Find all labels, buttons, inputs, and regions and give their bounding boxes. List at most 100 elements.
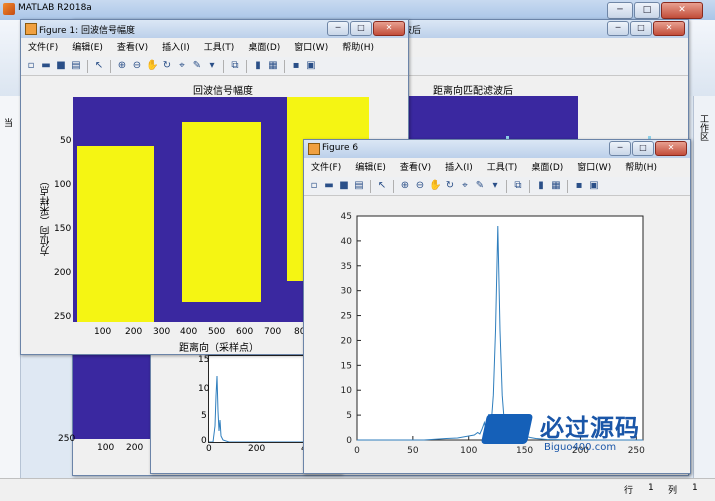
- menu-insert[interactable]: 插入(I): [438, 160, 480, 176]
- legend-icon[interactable]: ▦: [267, 60, 279, 72]
- menu-file[interactable]: 文件(F): [304, 160, 348, 176]
- watermark-site: Biguo400.com: [544, 442, 617, 453]
- figure-mid-ytick: 10: [198, 384, 210, 394]
- rotate-icon[interactable]: ↻: [161, 60, 173, 72]
- show-plot-tools-icon[interactable]: ▣: [588, 180, 600, 192]
- menu-desktop[interactable]: 桌面(D): [241, 40, 287, 56]
- figure6-ytick-label: 35: [341, 262, 352, 272]
- link-icon[interactable]: ⧉: [229, 60, 241, 72]
- dropdown-icon[interactable]: ▾: [489, 180, 501, 192]
- figure6-ytick-label: 0: [346, 436, 352, 446]
- figure-back-close-button[interactable]: ✕: [653, 21, 685, 36]
- figure-icon: [308, 143, 320, 155]
- new-figure-icon[interactable]: ▫: [25, 60, 37, 72]
- status-col-label: 列: [668, 486, 678, 496]
- figure1-ytick: 250: [54, 312, 72, 322]
- brush-icon[interactable]: ✎: [191, 60, 203, 72]
- zoom-out-icon[interactable]: ⊖: [414, 180, 426, 192]
- figure6-minimize-button[interactable]: ─: [609, 141, 631, 156]
- open-icon[interactable]: ▬: [40, 60, 52, 72]
- figure1-minimize-button[interactable]: ─: [327, 21, 349, 36]
- menu-window[interactable]: 窗口(W): [287, 40, 335, 56]
- figure6-ytick-label: 10: [341, 386, 353, 396]
- figure6-title-bar[interactable]: Figure 6 ─ □ ✕: [304, 140, 690, 158]
- main-maximize-button[interactable]: □: [634, 2, 660, 19]
- figure1-xtick: 300: [153, 327, 171, 337]
- pan-icon[interactable]: ✋: [429, 180, 441, 192]
- figure-back-xtick: 200: [126, 443, 144, 453]
- dropdown-icon[interactable]: ▾: [206, 60, 218, 72]
- menu-edit[interactable]: 编辑(E): [348, 160, 393, 176]
- figure-mid-xtick: 200: [248, 444, 266, 454]
- data-cursor-icon[interactable]: ⌖: [459, 180, 471, 192]
- figure-back-minimize-button[interactable]: ─: [607, 21, 629, 36]
- main-window-title: MATLAB R2018a: [18, 3, 92, 13]
- figure1-target-block: [77, 146, 154, 322]
- data-cursor-icon[interactable]: ⌖: [176, 60, 188, 72]
- save-icon[interactable]: ■: [338, 180, 350, 192]
- menu-view[interactable]: 查看(V): [110, 40, 155, 56]
- brush-icon[interactable]: ✎: [474, 180, 486, 192]
- show-plot-tools-icon[interactable]: ▣: [305, 60, 317, 72]
- status-row-label: 行: [624, 486, 634, 496]
- main-close-button[interactable]: ✕: [661, 2, 703, 19]
- hide-plot-tools-icon[interactable]: ▪: [573, 180, 585, 192]
- print-icon[interactable]: ▤: [353, 180, 365, 192]
- figure1-xtick: 500: [208, 327, 226, 337]
- open-icon[interactable]: ▬: [323, 180, 335, 192]
- figure-mid-xtick: 0: [206, 444, 212, 454]
- figure1-title: Figure 1: 回波信号幅度: [39, 26, 135, 36]
- figure6-ytick-label: 25: [341, 312, 352, 322]
- pointer-icon[interactable]: ↖: [376, 180, 388, 192]
- save-icon[interactable]: ■: [55, 60, 67, 72]
- figure1-title-bar[interactable]: Figure 1: 回波信号幅度 ─ □ ✕: [21, 20, 408, 38]
- figure1-maximize-button[interactable]: □: [350, 21, 372, 36]
- hide-plot-tools-icon[interactable]: ▪: [290, 60, 302, 72]
- current-folder-label: 当: [4, 119, 14, 129]
- menu-insert[interactable]: 插入(I): [155, 40, 197, 56]
- rotate-icon[interactable]: ↻: [444, 180, 456, 192]
- menu-window[interactable]: 窗口(W): [570, 160, 618, 176]
- figure-icon: [25, 23, 37, 35]
- workspace-label: 工作区: [698, 114, 708, 141]
- menu-help[interactable]: 帮助(H): [618, 160, 664, 176]
- main-minimize-button[interactable]: ─: [607, 2, 633, 19]
- menu-edit[interactable]: 编辑(E): [65, 40, 110, 56]
- zoom-out-icon[interactable]: ⊖: [131, 60, 143, 72]
- figure6-ytick-label: 40: [341, 237, 353, 247]
- status-row-value: 1: [648, 483, 654, 493]
- figure-mid-ytick: 5: [201, 411, 207, 421]
- zoom-in-icon[interactable]: ⊕: [399, 180, 411, 192]
- figure1-close-button[interactable]: ✕: [373, 21, 405, 36]
- figure1-target-block: [182, 122, 261, 302]
- zoom-in-icon[interactable]: ⊕: [116, 60, 128, 72]
- figure1-xtick: 700: [264, 327, 282, 337]
- figure6-close-button[interactable]: ✕: [655, 141, 687, 156]
- menu-tools[interactable]: 工具(T): [480, 160, 525, 176]
- figure-back-maximize-button[interactable]: □: [630, 21, 652, 36]
- figure6-xtick-label: 50: [407, 446, 419, 456]
- new-figure-icon[interactable]: ▫: [308, 180, 320, 192]
- menu-file[interactable]: 文件(F): [21, 40, 65, 56]
- colorbar-icon[interactable]: ▮: [252, 60, 264, 72]
- figure-back-plot-title: 距离向匹配滤波后: [433, 86, 513, 97]
- pointer-icon[interactable]: ↖: [93, 60, 105, 72]
- figure6-title: Figure 6: [322, 143, 359, 153]
- legend-icon[interactable]: ▦: [550, 180, 562, 192]
- colorbar-icon[interactable]: ▮: [535, 180, 547, 192]
- figure6-ytick-label: 30: [341, 287, 353, 297]
- figure-back-ytick: 250: [58, 434, 76, 444]
- figure6-maximize-button[interactable]: □: [632, 141, 654, 156]
- menu-desktop[interactable]: 桌面(D): [524, 160, 570, 176]
- print-icon[interactable]: ▤: [70, 60, 82, 72]
- menu-tools[interactable]: 工具(T): [197, 40, 242, 56]
- figure1-ytick: 200: [54, 268, 72, 278]
- menu-help[interactable]: 帮助(H): [335, 40, 381, 56]
- current-folder-strip[interactable]: 当: [0, 96, 21, 478]
- link-icon[interactable]: ⧉: [512, 180, 524, 192]
- pan-icon[interactable]: ✋: [146, 60, 158, 72]
- menu-view[interactable]: 查看(V): [393, 160, 438, 176]
- figure6-toolbar: ▫ ▬ ■ ▤ ↖ ⊕ ⊖ ✋ ↻ ⌖ ✎ ▾ ⧉ ▮ ▦ ▪ ▣: [304, 177, 690, 196]
- status-col-value: 1: [692, 483, 698, 493]
- workspace-strip[interactable]: 工作区: [693, 96, 715, 478]
